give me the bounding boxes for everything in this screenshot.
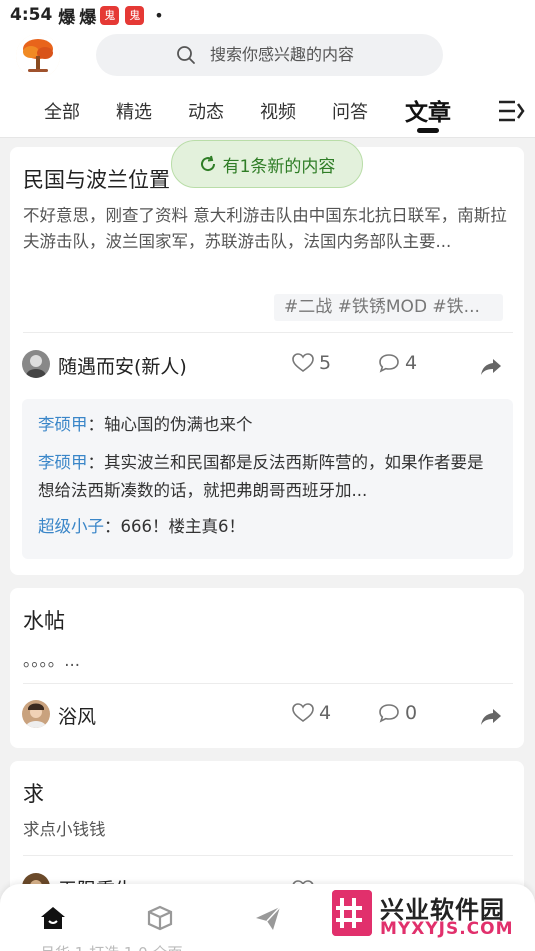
divider [23, 332, 513, 333]
new-content-text: 有1条新的内容 [222, 156, 336, 177]
avatar[interactable] [22, 700, 50, 728]
menu-icon[interactable] [497, 98, 525, 124]
post-excerpt: 求点小钱钱 [23, 820, 106, 839]
divider [23, 855, 513, 856]
commenter-name[interactable]: 超级小子 [38, 517, 104, 536]
refresh-icon [200, 155, 215, 172]
search-placeholder: 搜索你感兴趣的内容 [210, 45, 355, 64]
commenter-name[interactable]: 李硕甲 [38, 415, 88, 434]
watermark: 兴业软件园 MYXYJS.COM [330, 884, 530, 944]
commenter-name[interactable]: 李硕甲 [38, 453, 88, 472]
tab-all[interactable]: 全部 [44, 98, 80, 124]
post-tags[interactable]: #二战 #铁锈MOD #铁... [274, 294, 503, 321]
comment-text: ：其实波兰和民国都是反法西斯阵营的，如果作者要是想给法西斯凑数的话，就把弗朗哥西… [38, 453, 484, 500]
author-name[interactable]: 随遇而安(新人) [58, 352, 187, 379]
share-icon[interactable] [480, 707, 502, 727]
post-excerpt: 。。。。... [23, 651, 80, 670]
partial-content-text: 月华 1 打造 1.0 全面 [40, 942, 182, 951]
status-time: 4:54 [10, 5, 53, 25]
status-icon-4: 鬼 [125, 5, 145, 25]
comment-button[interactable]: 4 [378, 352, 417, 374]
like-button[interactable]: 4 [292, 702, 331, 724]
author-name[interactable]: 浴风 [58, 702, 96, 729]
divider [23, 683, 513, 684]
comment-button[interactable]: 0 [378, 702, 417, 724]
post-title[interactable]: 水帖 [23, 605, 65, 635]
comment-icon [379, 704, 399, 723]
post-card[interactable]: 水帖 。。。。... 浴风 4 0 [10, 588, 524, 748]
comment-item: 超级小子：666！楼主真6！ [38, 513, 497, 541]
post-title[interactable]: 民国与波兰位置 [23, 164, 170, 194]
like-count: 4 [319, 702, 332, 724]
comment-text: ：666！楼主真6！ [104, 517, 245, 536]
search-bar[interactable]: 搜索你感兴趣的内容 [96, 34, 443, 76]
comment-text: ：轴心国的伪满也来个 [87, 415, 253, 434]
status-icon-3: 鬼 [100, 5, 120, 25]
status-bar: 4:54 爆 爆 鬼 鬼 • [0, 0, 535, 30]
comment-preview[interactable]: 李硕甲：轴心国的伪满也来个 李硕甲：其实波兰和民国都是反法西斯阵营的，如果作者要… [22, 399, 513, 559]
send-icon[interactable] [253, 904, 283, 932]
watermark-url: MYXYJS.COM [380, 919, 514, 939]
category-tabs: 全部 精选 动态 视频 问答 文章 [0, 90, 535, 136]
comment-item: 李硕甲：其实波兰和民国都是反法西斯阵营的，如果作者要是想给法西斯凑数的话，就把弗… [38, 449, 497, 505]
tab-articles[interactable]: 文章 [405, 93, 451, 127]
post-card[interactable]: 民国与波兰位置 不好意思，刚查了资料 意大利游击队由中国东北抗日联军，南斯拉夫游… [10, 147, 524, 575]
search-icon [177, 46, 195, 64]
tab-updates[interactable]: 动态 [188, 98, 224, 124]
like-count: 5 [319, 352, 332, 374]
tab-videos[interactable]: 视频 [260, 98, 296, 124]
home-icon[interactable] [38, 904, 68, 932]
heart-icon [292, 703, 314, 722]
like-button[interactable]: 5 [292, 352, 331, 374]
post-excerpt: 不好意思，刚查了资料 意大利游击队由中国东北抗日联军，南斯拉夫游击队，波兰国家军… [23, 206, 507, 251]
tab-qa[interactable]: 问答 [332, 98, 368, 124]
tab-featured[interactable]: 精选 [116, 98, 152, 124]
status-icon-2: 爆 [79, 7, 97, 28]
avatar[interactable] [22, 350, 50, 378]
watermark-logo-icon [332, 890, 372, 936]
status-icon-1: 爆 [58, 7, 76, 28]
new-content-badge[interactable]: 有1条新的内容 [171, 140, 363, 188]
comment-count: 0 [405, 702, 418, 724]
share-icon[interactable] [480, 357, 502, 377]
post-title[interactable]: 求 [23, 778, 44, 808]
heart-icon [292, 353, 314, 372]
comment-count: 4 [405, 352, 418, 374]
box-icon[interactable] [145, 904, 175, 932]
comment-icon [379, 354, 399, 373]
status-dot: • [154, 5, 164, 25]
app-logo-icon[interactable] [16, 34, 60, 78]
app-header: 搜索你感兴趣的内容 全部 精选 动态 视频 问答 文章 [0, 30, 535, 138]
comment-item: 李硕甲：轴心国的伪满也来个 [38, 411, 497, 439]
active-tab-indicator [417, 128, 439, 133]
